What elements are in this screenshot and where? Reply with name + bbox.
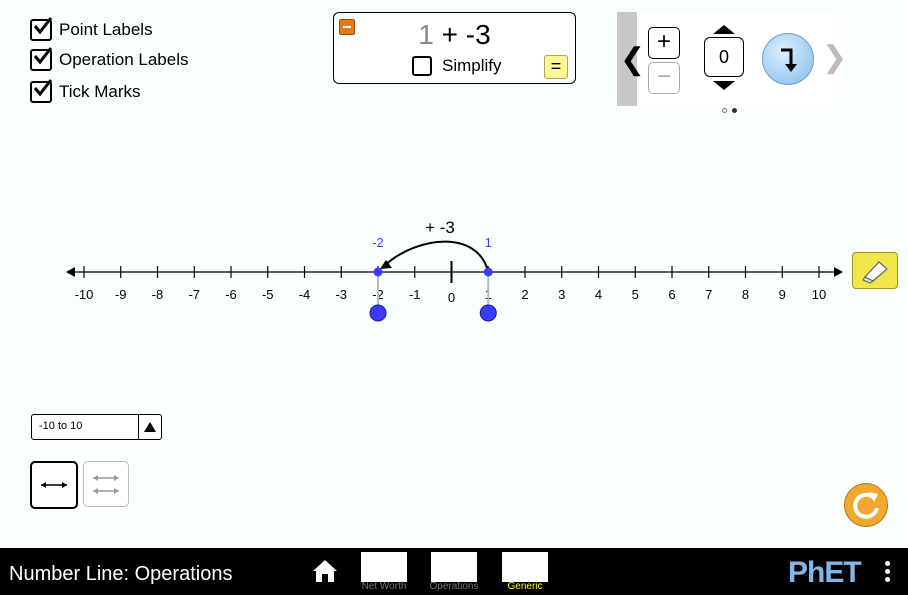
tick-label: -7 <box>188 287 200 302</box>
checkmark-icon <box>30 47 53 71</box>
tick-marks-checkbox[interactable]: Tick Marks <box>30 79 141 104</box>
point-marker <box>483 267 493 277</box>
home-icon <box>313 560 337 582</box>
point-handle <box>369 304 387 322</box>
tick-label: 0 <box>448 290 455 305</box>
carousel-prev-button[interactable]: ❮ <box>617 12 645 106</box>
home-button[interactable] <box>311 558 339 589</box>
reset-all-button[interactable] <box>844 483 888 527</box>
carousel-page-dots <box>722 108 737 113</box>
decrement-arrow-icon[interactable] <box>713 81 735 90</box>
arrow-down-icon <box>781 48 797 72</box>
tick-label: -6 <box>225 287 237 302</box>
menu-icon[interactable] <box>885 561 891 585</box>
tick-label: -4 <box>299 287 311 302</box>
tick-label: -1 <box>409 287 421 302</box>
tick-label: 10 <box>812 287 826 302</box>
screen-label-net-worth: Net Worth <box>361 581 407 592</box>
tick-label: 4 <box>595 287 602 302</box>
navigation-bar: Number Line: Operations Net Worth Operat… <box>0 548 908 595</box>
phet-logo[interactable]: PhET <box>788 556 862 590</box>
tick-marks-label: Tick Marks <box>59 82 141 101</box>
sim-title: Number Line: Operations <box>9 563 233 585</box>
simplify-checkbox[interactable]: Simplify <box>412 56 502 76</box>
arrow-left-icon <box>66 267 75 277</box>
tick-label: -9 <box>115 287 127 302</box>
tick-label: 6 <box>668 287 675 302</box>
arrow-right-icon <box>834 267 843 277</box>
point-labels-label: Point Labels <box>59 20 153 39</box>
eraser-icon <box>862 261 888 284</box>
screen-label-generic: Generic <box>507 581 543 592</box>
point-labels-checkbox[interactable]: Point Labels <box>30 17 153 42</box>
double-line-mode-button[interactable] <box>83 461 129 507</box>
screen-button-generic[interactable] <box>502 552 548 582</box>
tick-label: 7 <box>705 287 712 302</box>
apply-operation-button[interactable] <box>762 33 814 85</box>
simplify-label: Simplify <box>442 56 502 75</box>
checkmark-icon <box>30 17 53 41</box>
tick-label: -8 <box>152 287 164 302</box>
page-dot[interactable] <box>722 108 727 113</box>
tick-label: 5 <box>632 287 639 302</box>
tick-label: -10 <box>75 287 94 302</box>
single-line-mode-button[interactable] <box>30 461 78 509</box>
tick-label: 3 <box>558 287 565 302</box>
operation-label: + -3 <box>425 218 455 237</box>
operand-value: 0 <box>704 37 744 77</box>
equation-initial-value: 1 <box>418 19 434 50</box>
operation-labels-checkbox[interactable]: Operation Labels <box>30 47 189 72</box>
chevron-left-icon: ❮ <box>620 43 646 76</box>
triangle-up-icon <box>138 415 161 439</box>
equation-panel: 1 + -3 Simplify = <box>333 12 576 84</box>
equation-operation: + -3 <box>441 19 491 50</box>
tick-label: 8 <box>742 287 749 302</box>
refresh-icon <box>853 492 879 519</box>
point-marker <box>373 267 383 277</box>
equation-expression: 1 + -3 <box>334 19 575 51</box>
chevron-right-icon[interactable]: ❯ <box>822 40 847 75</box>
plus-button[interactable]: + <box>648 27 680 59</box>
equals-button[interactable]: = <box>544 55 568 79</box>
point-handle <box>479 304 497 322</box>
minus-button[interactable]: − <box>648 62 680 94</box>
two-double-arrows-icon <box>93 475 119 494</box>
tick-label: -3 <box>335 287 347 302</box>
tick-label: 9 <box>779 287 786 302</box>
checkmark-icon <box>30 79 53 103</box>
eraser-button[interactable] <box>852 252 898 289</box>
tick-label: -5 <box>262 287 274 302</box>
page-dot-active[interactable] <box>732 108 737 113</box>
checkbox-icon <box>412 56 432 76</box>
operation-carousel: ❮ + − 0 ❯ <box>617 12 847 106</box>
point-label: -2 <box>372 235 384 250</box>
screen-button-net-worth[interactable] <box>361 552 407 582</box>
tick-label: 2 <box>521 287 528 302</box>
number-line: -10-9-8-7-6-5-4-3-2-1012345678910 + -3 1… <box>66 218 843 322</box>
range-value: -10 to 10 <box>39 420 83 432</box>
operation-labels-label: Operation Labels <box>59 50 189 69</box>
increment-arrow-icon[interactable] <box>713 25 735 34</box>
screen-label-operations: Operations <box>429 581 479 592</box>
double-arrow-icon <box>41 482 67 488</box>
screen-button-operations[interactable] <box>431 552 477 582</box>
point-label: 1 <box>485 235 492 250</box>
operation-arrow <box>383 240 490 273</box>
range-select[interactable]: -10 to 10 <box>31 414 162 440</box>
